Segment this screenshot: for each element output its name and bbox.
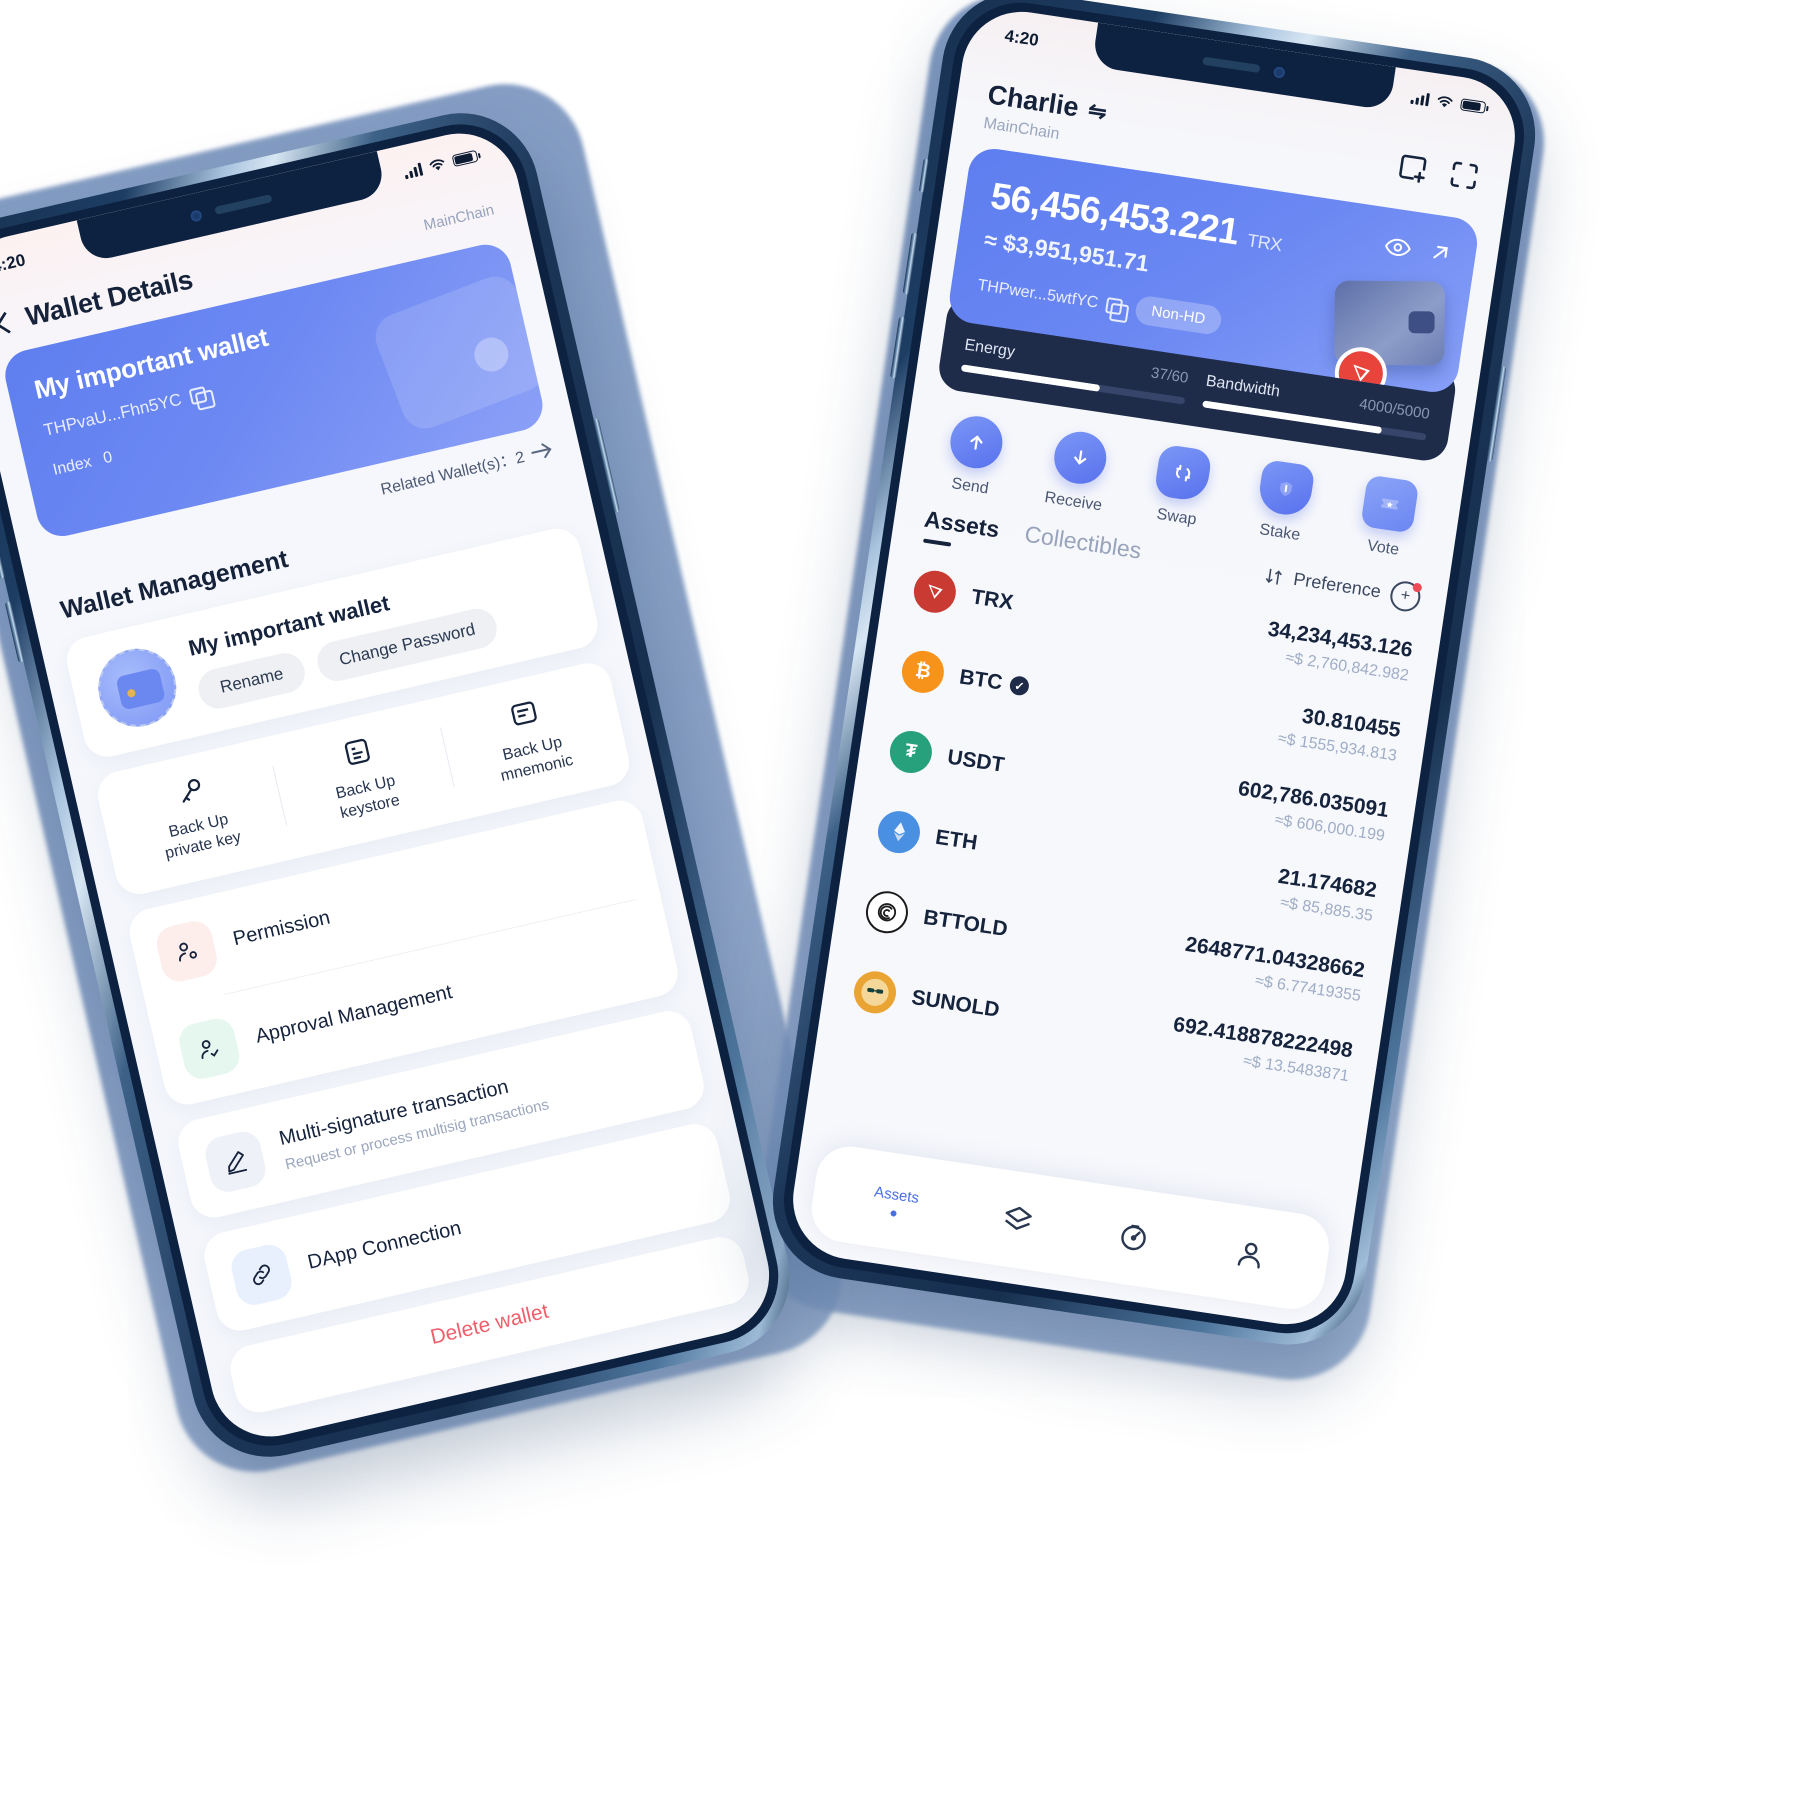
signal-icon-right <box>1410 90 1431 106</box>
user-check-icon <box>175 1015 243 1083</box>
tabbar-item-profile[interactable] <box>1231 1235 1270 1274</box>
menu-label-approval-management: Approval Management <box>253 981 455 1049</box>
menu-label-permission: Permission <box>231 907 333 951</box>
backup-private-key-button[interactable]: Back Up private key <box>103 755 289 876</box>
tabbar-item-compass[interactable] <box>1115 1218 1154 1257</box>
speaker-grille <box>214 193 273 215</box>
asset-list: TRX 34,234,453.126 ≈$ 2,760,842.982 ₿ BT… <box>819 538 1444 1107</box>
ethereum-icon <box>875 807 923 856</box>
tether-icon: ₮ <box>887 727 935 776</box>
asset-symbol: TRX <box>969 584 1015 614</box>
index-value: 0 <box>101 448 115 468</box>
layers-icon <box>1004 1206 1032 1230</box>
battery-icon <box>451 149 479 168</box>
right-phone-screen: 4:20 Charlie ⇋ MainChain 56,456,453.221 … <box>784 3 1524 1333</box>
asset-symbol: BTC <box>957 664 1005 695</box>
scan-icon[interactable] <box>1445 156 1484 195</box>
bittorrent-icon <box>863 887 911 936</box>
add-wallet-icon[interactable] <box>1393 148 1432 187</box>
account-address: THPwer...5wtfYC <box>976 276 1100 312</box>
tabbar-item-layers[interactable] <box>998 1201 1037 1240</box>
status-time: 4:20 <box>0 250 28 277</box>
front-camera-icon <box>189 208 204 222</box>
copy-icon-right[interactable] <box>1104 296 1124 315</box>
bitcoin-icon: ₿ <box>899 647 947 696</box>
resource-used-bandwidth: 4000 <box>1358 395 1394 418</box>
pencil-icon <box>201 1128 270 1196</box>
index-label: Index <box>51 453 94 479</box>
mockup-stage: 4:20 Wallet Details MainChain My importa… <box>0 0 1800 1800</box>
sort-icon[interactable] <box>1262 565 1285 588</box>
status-time-right: 4:20 <box>1003 26 1040 50</box>
tabbar-active-dot <box>890 1210 898 1217</box>
action-vote[interactable]: Vote <box>1330 471 1445 566</box>
action-stake[interactable]: Stake <box>1227 455 1342 550</box>
balance-unit: TRX <box>1245 230 1284 256</box>
sun-icon <box>851 967 899 1016</box>
eye-icon[interactable] <box>1382 232 1414 264</box>
asset-symbol: SUNOLD <box>910 985 1002 1022</box>
wifi-icon-right <box>1437 96 1453 108</box>
tabbar-label-assets: Assets <box>873 1183 921 1207</box>
asset-symbol: BTTOLD <box>922 905 1010 941</box>
right-screen-content: Charlie ⇋ MainChain 56,456,453.221 TRX ≈… <box>785 4 1523 1333</box>
action-receive[interactable]: Receive <box>1020 424 1135 519</box>
profile-icon <box>1237 1242 1260 1269</box>
menu-label-dapp-connection: DApp Connection <box>305 1217 464 1275</box>
user-permission-icon <box>153 917 221 985</box>
asset-symbol: ETH <box>933 825 979 855</box>
tabbar-item-assets[interactable]: Assets <box>871 1184 920 1220</box>
speaker-grille-right <box>1202 56 1261 74</box>
backup-keystore-button[interactable]: Back Up keystore <box>270 716 456 837</box>
arrow-up-icon <box>947 412 1007 472</box>
resource-label-energy: Energy <box>963 336 1017 361</box>
left-phone-screen: 4:20 Wallet Details MainChain My importa… <box>0 121 782 1449</box>
chevron-left-icon[interactable] <box>0 310 17 336</box>
tron-icon <box>911 567 959 616</box>
status-badge-hd: Non-HD <box>1133 294 1224 336</box>
front-camera-icon-right <box>1273 65 1286 79</box>
link-icon <box>227 1241 296 1309</box>
signal-icon <box>403 162 424 179</box>
left-screen-content: Wallet Details MainChain My important wa… <box>0 122 781 1449</box>
right-phone-device: 4:20 Charlie ⇋ MainChain 56,456,453.221 … <box>762 0 1546 1356</box>
arrow-right-icon <box>531 447 550 454</box>
resource-total-bandwidth: /5000 <box>1391 400 1431 423</box>
action-send[interactable]: Send <box>917 409 1032 504</box>
backup-mnemonic-button[interactable]: Back Up mnemonic <box>437 677 623 798</box>
action-swap[interactable]: Swap <box>1124 440 1239 535</box>
shield-icon <box>1256 459 1316 519</box>
external-link-icon[interactable] <box>1426 238 1456 268</box>
copy-icon[interactable] <box>188 386 208 406</box>
swap-icon <box>1153 443 1213 503</box>
rename-button[interactable]: Rename <box>194 649 310 713</box>
verified-badge-icon: ✓ <box>1008 675 1031 697</box>
account-address-row[interactable]: THPwer...5wtfYC <box>976 276 1124 315</box>
chain-label: MainChain <box>422 201 496 235</box>
wallet-avatar-icon <box>90 640 185 735</box>
preference-label: Preference <box>1292 568 1383 602</box>
add-token-icon[interactable]: + <box>1388 578 1423 613</box>
arrow-down-icon <box>1050 428 1110 488</box>
account-switch-icon[interactable]: ⇋ <box>1086 97 1109 125</box>
compass-icon <box>1121 1224 1147 1251</box>
battery-icon-right <box>1459 98 1487 114</box>
asset-symbol: USDT <box>945 745 1006 777</box>
resource-label-bandwidth: Bandwidth <box>1204 372 1282 401</box>
ticket-icon <box>1360 474 1420 534</box>
wifi-icon <box>429 159 445 171</box>
resource-total-energy: /60 <box>1166 366 1190 387</box>
